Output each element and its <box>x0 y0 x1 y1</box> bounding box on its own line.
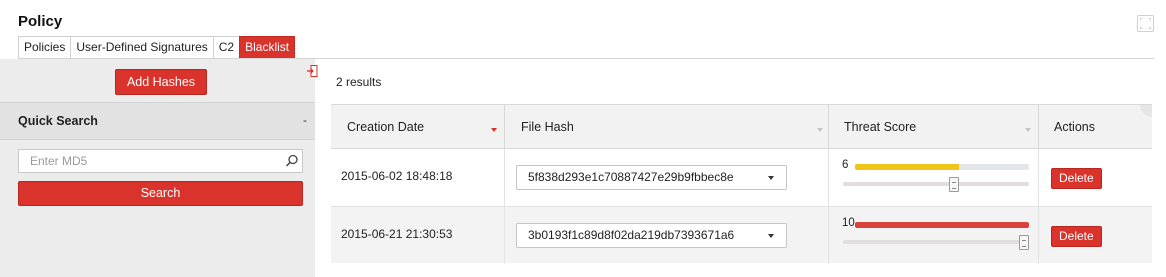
chevron-down-icon <box>768 234 774 238</box>
table-corner <box>1140 105 1152 117</box>
search-button[interactable]: Search <box>18 181 303 206</box>
search-icon[interactable] <box>285 154 299 168</box>
threat-score-bar <box>855 222 1029 228</box>
creation-date-cell: 2015-06-02 18:48:18 <box>341 169 453 183</box>
md5-search-input[interactable] <box>18 149 303 173</box>
policy-tabs: Policies User-Defined Signatures C2 Blac… <box>18 36 296 59</box>
fullscreen-icon[interactable] <box>1137 15 1154 32</box>
file-hash-value: 5f838d293e1c70887427e29b9fbbec8e <box>528 170 734 184</box>
file-hash-select[interactable]: 5f838d293e1c70887427e29b9fbbec8e <box>516 165 787 190</box>
delete-button[interactable]: Delete <box>1051 168 1102 189</box>
tab-user-defined-signatures[interactable]: User-Defined Signatures <box>70 36 213 59</box>
column-creation-date[interactable]: Creation Date <box>347 105 424 149</box>
page-title: Policy <box>18 13 63 30</box>
delete-button[interactable]: Delete <box>1051 226 1102 247</box>
chevron-down-icon <box>768 176 774 180</box>
threat-score-slider[interactable] <box>843 240 1029 244</box>
results-count: 2 results <box>336 75 382 89</box>
threat-score-slider-handle[interactable] <box>948 177 959 192</box>
left-panel: Add Hashes Quick Search - Search <box>0 59 318 277</box>
table-header: Creation Date File Hash Threat Score Act… <box>331 104 1152 149</box>
cell-divider <box>504 207 505 264</box>
results-table: Creation Date File Hash Threat Score Act… <box>331 104 1152 264</box>
threat-score-slider-handle[interactable] <box>1019 235 1029 250</box>
quick-search-title: Quick Search <box>18 114 98 128</box>
cell-divider <box>828 149 829 206</box>
creation-date-cell: 2015-06-21 21:30:53 <box>341 227 453 241</box>
sort-icon[interactable] <box>1025 128 1031 132</box>
table-row: 2015-06-21 21:30:53 3b0193f1c89d8f02da21… <box>331 206 1152 264</box>
column-file-hash[interactable]: File Hash <box>521 105 574 149</box>
cell-divider <box>1038 207 1039 264</box>
threat-score-value: 6 <box>842 159 849 171</box>
quick-search-header[interactable]: Quick Search - <box>0 102 315 140</box>
column-threat-score[interactable]: Threat Score <box>844 105 916 149</box>
sort-icon[interactable] <box>817 128 823 132</box>
quick-search-toggle[interactable]: - <box>303 113 307 127</box>
tab-blacklist[interactable]: Blacklist <box>239 36 296 59</box>
column-divider <box>1038 105 1039 149</box>
threat-score-value: 10 <box>842 217 855 229</box>
column-divider <box>504 105 505 149</box>
threat-score-bar <box>855 164 1029 170</box>
file-hash-select[interactable]: 3b0193f1c89d8f02da219db7393671a6 <box>516 223 787 248</box>
tab-c2[interactable]: C2 <box>212 36 240 59</box>
table-row: 2015-06-02 18:48:18 5f838d293e1c70887427… <box>331 149 1152 206</box>
threat-score-fill <box>855 164 960 170</box>
file-hash-value: 3b0193f1c89d8f02da219db7393671a6 <box>528 228 735 242</box>
sort-descending-icon[interactable] <box>491 128 497 132</box>
column-actions: Actions <box>1054 120 1095 134</box>
column-divider <box>828 105 829 149</box>
threat-score-fill <box>855 222 1029 228</box>
add-hashes-button[interactable]: Add Hashes <box>115 69 207 95</box>
tab-policies[interactable]: Policies <box>18 36 71 59</box>
cell-divider <box>1038 149 1039 206</box>
cell-divider <box>828 207 829 264</box>
cell-divider <box>504 149 505 206</box>
collapse-panel-icon[interactable] <box>307 65 318 77</box>
threat-score-slider[interactable] <box>843 182 1029 186</box>
